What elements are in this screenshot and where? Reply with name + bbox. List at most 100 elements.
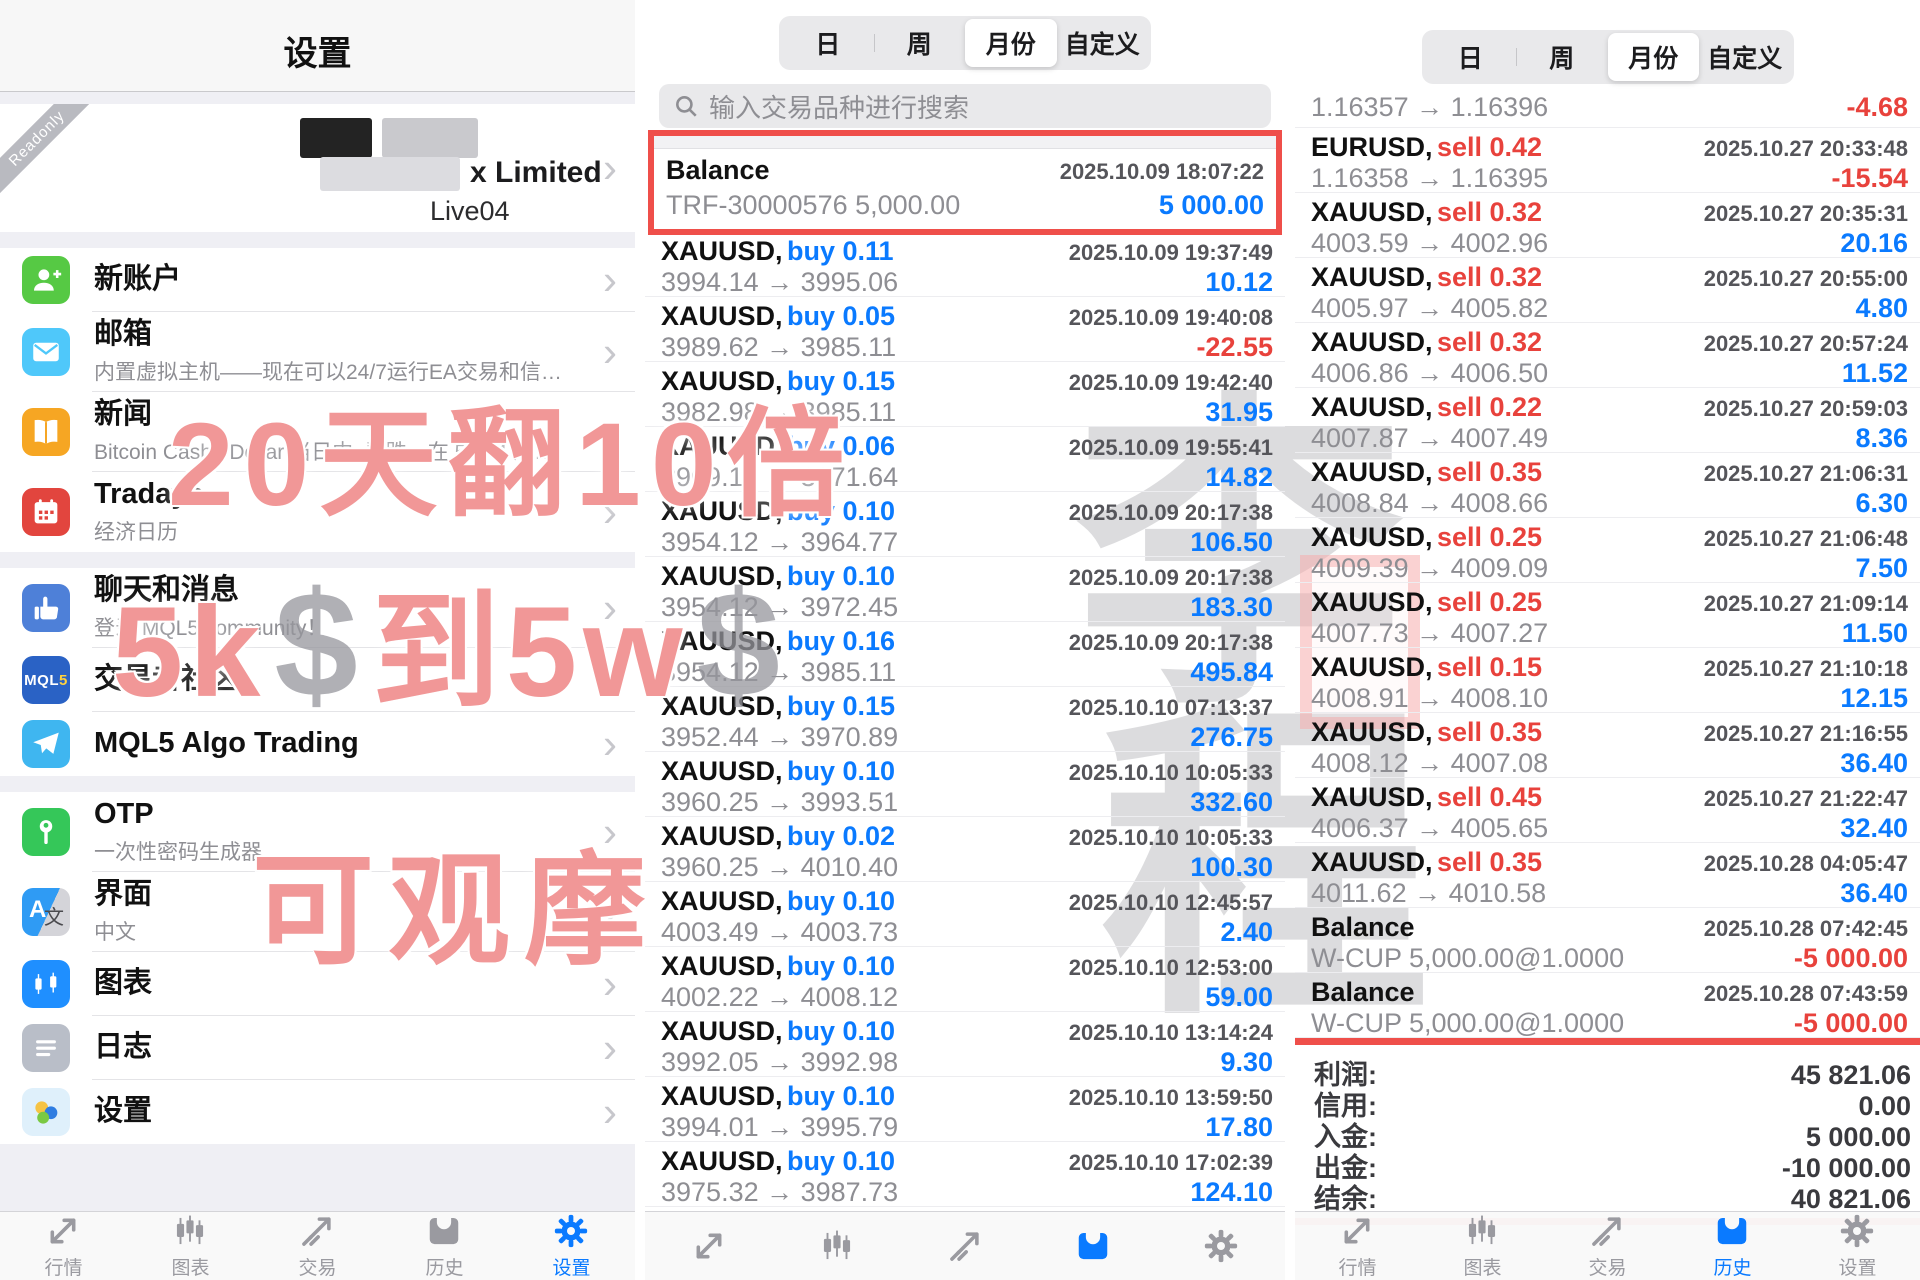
trade-date: 2025.10.28 07:43:59 xyxy=(1704,981,1908,1007)
tab-month[interactable]: 月份 xyxy=(965,19,1057,67)
tab-month[interactable]: 月份 xyxy=(1608,33,1700,81)
trade-symbol-side: XAUUSD, buy 0.05 xyxy=(661,301,895,332)
tab-trade[interactable]: 交易 xyxy=(298,1212,336,1280)
tab-charts[interactable]: 图表 xyxy=(1463,1212,1501,1280)
tab-day[interactable]: 日 xyxy=(1425,33,1517,81)
tab-settings[interactable]: 设置 xyxy=(1838,1212,1876,1280)
trade-row[interactable]: XAUUSD, buy 0.10 2025.10.09 20:17:38 395… xyxy=(645,492,1285,557)
menu-item-interface[interactable]: A文 界面 中文 › xyxy=(0,872,635,952)
menu-item-otp[interactable]: OTP 一次性密码生成器 › xyxy=(0,792,635,872)
trade-row[interactable]: XAUUSD, buy 0.11 2025.10.09 19:37:49 399… xyxy=(645,232,1285,297)
menu-item-chat[interactable]: 聊天和消息 登录 MQL5.community！ › xyxy=(0,568,635,648)
otp-key-icon xyxy=(22,808,70,856)
partial-trade-row[interactable]: 1.16357 → 1.16396 -4.68 xyxy=(1295,88,1920,128)
trade-row[interactable]: XAUUSD, buy 0.15 2025.10.09 19:42:40 398… xyxy=(645,362,1285,427)
trade-row[interactable]: XAUUSD, sell 0.35 2025.10.27 21:16:55 40… xyxy=(1295,713,1920,778)
trade-date: 2025.10.28 04:05:47 xyxy=(1704,851,1908,877)
trade-row[interactable]: XAUUSD, buy 0.10 2025.10.10 13:14:24 399… xyxy=(645,1012,1285,1077)
menu-label: MQL5 Algo Trading xyxy=(94,727,359,760)
menu-item-journal[interactable]: 日志 › xyxy=(0,1016,635,1080)
candlestick-icon xyxy=(22,960,70,1008)
menu-item-settings[interactable]: 设置 › xyxy=(0,1080,635,1144)
gear-icon xyxy=(1202,1227,1240,1265)
trade-row[interactable]: XAUUSD, buy 0.06 2025.10.09 19:55:41 396… xyxy=(645,427,1285,492)
menu-label: 邮箱 xyxy=(94,318,571,351)
menu-item-algo-trading[interactable]: MQL5 Algo Trading › xyxy=(0,712,635,776)
trade-row[interactable]: XAUUSD, buy 0.02 2025.10.10 10:05:33 396… xyxy=(645,817,1285,882)
trade-row[interactable]: XAUUSD, buy 0.15 2025.10.10 07:13:37 395… xyxy=(645,687,1285,752)
menu-item-news[interactable]: 新闻 Bitcoin Cash / Dollar 当日内: 看跌，在 566.4… xyxy=(0,392,635,472)
tab-week[interactable]: 周 xyxy=(1516,33,1608,81)
trade-row[interactable]: XAUUSD, buy 0.10 2025.10.10 10:05:33 396… xyxy=(645,752,1285,817)
trade-row[interactable]: XAUUSD, sell 0.22 2025.10.27 20:59:03 40… xyxy=(1295,388,1920,453)
account-server: Live04 xyxy=(430,196,510,227)
trade-row[interactable]: XAUUSD, buy 0.05 2025.10.09 19:40:08 398… xyxy=(645,297,1285,362)
trade-symbol: XAUUSD, xyxy=(1311,587,1433,617)
history-icon xyxy=(1074,1227,1112,1265)
settings-group-c: OTP 一次性密码生成器 › A文 界面 中文 › 图表 › 日志 › xyxy=(0,792,635,1144)
tab-custom[interactable]: 自定义 xyxy=(1057,19,1149,67)
tab-history[interactable]: 历史 xyxy=(1713,1212,1751,1280)
trade-profit: 4.80 xyxy=(1855,293,1908,324)
tab-custom[interactable]: 自定义 xyxy=(1699,33,1791,81)
menu-item-community[interactable]: MQL5 交易者社区 › xyxy=(0,648,635,712)
trade-row[interactable]: XAUUSD, buy 0.10 2025.10.10 17:02:39 397… xyxy=(645,1142,1285,1207)
trade-row[interactable]: Balance 2025.10.28 07:43:59 W-CUP 5,000.… xyxy=(1295,973,1920,1038)
trade-symbol: XAUUSD, xyxy=(1311,262,1433,292)
trade-row[interactable]: XAUUSD, buy 0.10 2025.10.10 13:59:50 399… xyxy=(645,1077,1285,1142)
trade-row[interactable]: XAUUSD, sell 0.45 2025.10.27 21:22:47 40… xyxy=(1295,778,1920,843)
trade-row[interactable]: XAUUSD, sell 0.32 2025.10.27 20:55:00 40… xyxy=(1295,258,1920,323)
trade-profit: -5 000.00 xyxy=(1794,1008,1908,1039)
trade-row[interactable]: XAUUSD, buy 0.10 2025.10.10 12:53:00 400… xyxy=(645,947,1285,1012)
menu-item-new-account[interactable]: 新账户 › xyxy=(0,248,635,312)
tab-charts[interactable]: 图表 xyxy=(171,1212,209,1280)
trade-row[interactable]: XAUUSD, sell 0.25 2025.10.27 21:06:48 40… xyxy=(1295,518,1920,583)
tab-quotes[interactable] xyxy=(690,1227,728,1265)
trade-row[interactable]: XAUUSD, sell 0.25 2025.10.27 21:09:14 40… xyxy=(1295,583,1920,648)
menu-item-charts[interactable]: 图表 › xyxy=(0,952,635,1016)
tab-settings[interactable] xyxy=(1202,1227,1240,1265)
menu-label: 图表 xyxy=(94,967,152,1000)
trade-profit: 14.82 xyxy=(1205,462,1273,493)
trade-prices: W-CUP 5,000.00@1.0000 xyxy=(1311,1008,1624,1039)
tab-history[interactable] xyxy=(1074,1227,1112,1265)
tab-quotes[interactable]: 行情 xyxy=(44,1212,82,1280)
tab-trade[interactable]: 交易 xyxy=(1588,1212,1626,1280)
trade-date: 2025.10.27 20:57:24 xyxy=(1704,331,1908,357)
trade-profit: -15.54 xyxy=(1831,163,1908,194)
trade-row[interactable]: XAUUSD, sell 0.15 2025.10.27 21:10:18 40… xyxy=(1295,648,1920,713)
trade-symbol: XAUUSD, xyxy=(1311,652,1433,682)
tab-week[interactable]: 周 xyxy=(874,19,966,67)
trade-row[interactable]: XAUUSD, sell 0.35 2025.10.28 04:05:47 40… xyxy=(1295,843,1920,908)
trade-date: 2025.10.27 21:22:47 xyxy=(1704,786,1908,812)
trade-symbol: XAUUSD, xyxy=(1311,392,1433,422)
journal-icon xyxy=(22,1024,70,1072)
trade-row[interactable]: XAUUSD, buy 0.10 2025.10.09 20:17:38 395… xyxy=(645,557,1285,622)
trade-row[interactable]: XAUUSD, buy 0.16 2025.10.09 20:17:38 395… xyxy=(645,622,1285,687)
trade-date: 2025.10.10 17:02:39 xyxy=(1069,1150,1273,1176)
trade-symbol-side: XAUUSD, sell 0.32 xyxy=(1311,262,1542,293)
tab-quotes[interactable]: 行情 xyxy=(1338,1212,1376,1280)
menu-item-tradays[interactable]: Tradays 经济日历 › xyxy=(0,472,635,552)
account-card[interactable]: Readonly x Limited Live04 › xyxy=(0,104,635,232)
tab-day[interactable]: 日 xyxy=(782,19,874,67)
tab-settings[interactable]: 设置 xyxy=(552,1212,590,1280)
trade-symbol-side: XAUUSD, buy 0.10 xyxy=(661,496,895,527)
menu-item-mailbox[interactable]: 邮箱 内置虚拟主机——现在可以24/7运行EA交易和信号 - Tradin...… xyxy=(0,312,635,392)
trade-row[interactable]: XAUUSD, sell 0.32 2025.10.27 20:57:24 40… xyxy=(1295,323,1920,388)
tab-charts[interactable] xyxy=(818,1227,856,1265)
tab-history[interactable]: 历史 xyxy=(425,1212,463,1280)
trade-row[interactable]: XAUUSD, buy 0.10 2025.10.10 12:45:57 400… xyxy=(645,882,1285,947)
trade-row[interactable]: EURUSD, sell 0.42 2025.10.27 20:33:48 1.… xyxy=(1295,128,1920,193)
trade-row[interactable]: Balance 2025.10.28 07:42:45 W-CUP 5,000.… xyxy=(1295,908,1920,973)
trade-side: buy 0.10 xyxy=(787,1146,895,1176)
tab-trade[interactable] xyxy=(946,1227,984,1265)
search-input[interactable]: 输入交易品种进行搜索 xyxy=(659,84,1271,128)
trade-row[interactable]: XAUUSD, sell 0.35 2025.10.27 21:06:31 40… xyxy=(1295,453,1920,518)
gear-icon xyxy=(552,1212,590,1250)
balance-row[interactable]: Balance 2025.10.09 18:07:22 TRF-30000576… xyxy=(654,149,1276,229)
trade-row[interactable]: XAUUSD, sell 0.32 2025.10.27 20:35:31 40… xyxy=(1295,193,1920,258)
trade-date: 2025.10.27 21:10:18 xyxy=(1704,656,1908,682)
trade-side: buy 0.11 xyxy=(787,236,894,266)
trade-date: 2025.10.09 20:17:38 xyxy=(1069,565,1273,591)
